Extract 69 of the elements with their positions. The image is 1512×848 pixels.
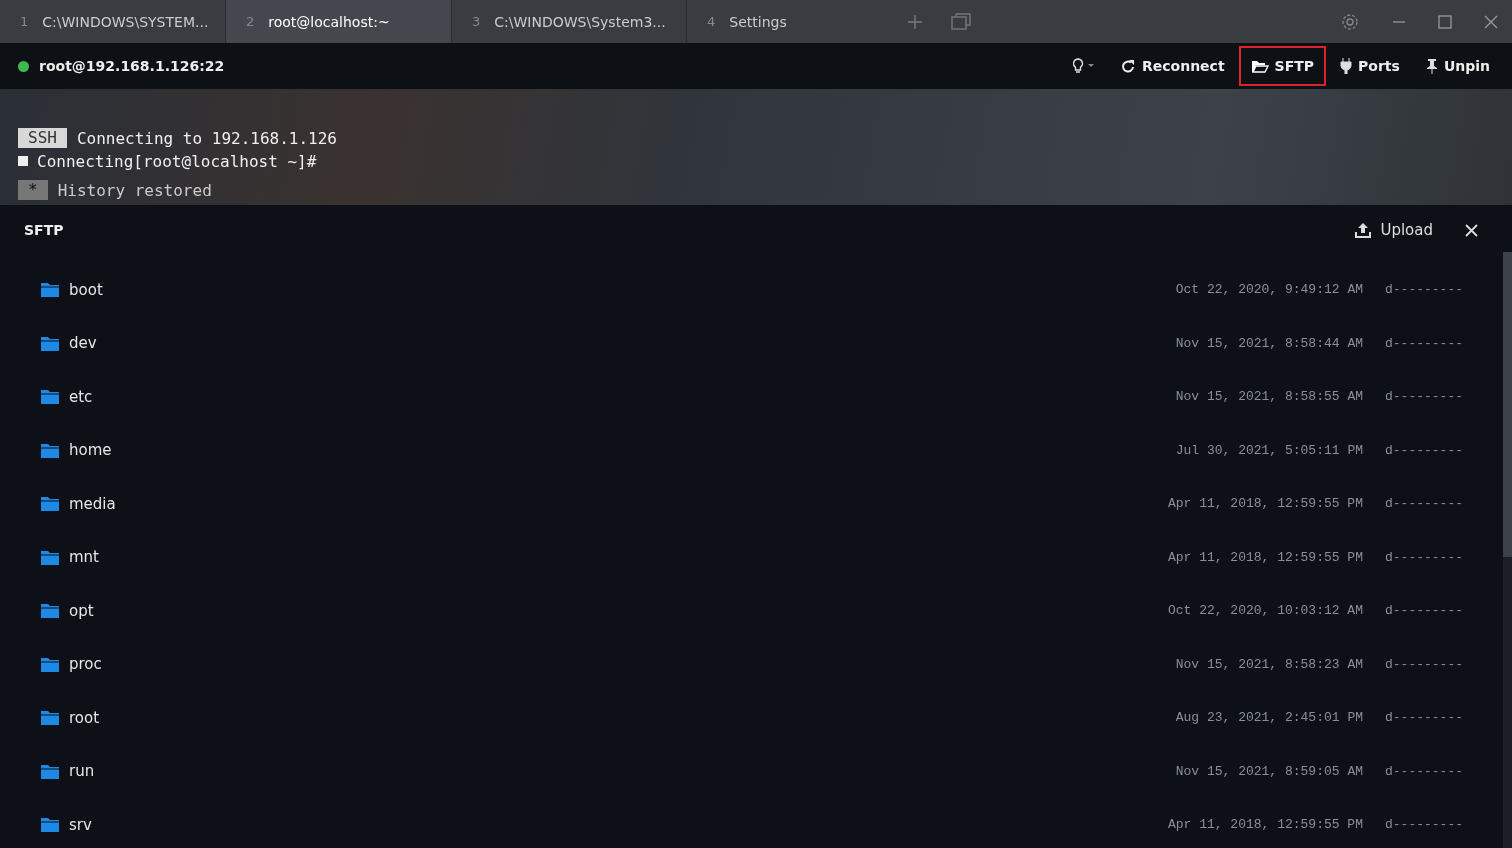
file-name[interactable]: root xyxy=(69,708,100,727)
windows-icon[interactable] xyxy=(950,12,971,31)
file-name[interactable]: boot xyxy=(69,280,103,299)
terminal-badge: SSH xyxy=(18,128,67,148)
modified-date: Apr 11, 2018, 12:59:55 PM xyxy=(1167,549,1363,565)
permissions: d--------- xyxy=(1385,389,1463,405)
file-name[interactable]: proc xyxy=(69,655,102,674)
file-name[interactable]: dev xyxy=(69,334,97,353)
folder-icon xyxy=(41,282,59,298)
terminal-text: Connecting[root@localhost ~]# xyxy=(37,151,317,171)
modified-date: Nov 15, 2021, 8:58:55 AM xyxy=(1175,389,1363,405)
panel-title: SFTP xyxy=(24,222,64,238)
unpin-button[interactable]: Unpin xyxy=(1413,46,1502,86)
permissions: d--------- xyxy=(1385,442,1463,458)
file-name[interactable]: etc xyxy=(69,387,93,406)
modified-date: Oct 22, 2020, 10:03:12 AM xyxy=(1167,603,1363,619)
folder-icon xyxy=(41,656,59,672)
file-name[interactable]: home xyxy=(69,441,112,460)
file-name[interactable]: run xyxy=(69,762,95,781)
pin-icon xyxy=(1425,58,1438,74)
terminal-text: History restored xyxy=(57,180,212,200)
reconnect-button[interactable]: Reconnect xyxy=(1108,46,1237,86)
tab[interactable]: 2 root@localhost:~ xyxy=(226,0,452,43)
file-name[interactable]: srv xyxy=(69,815,92,834)
host-label: root@192.168.1.126:22 xyxy=(39,58,225,74)
folder-icon xyxy=(41,335,59,351)
permissions: d--------- xyxy=(1385,710,1463,726)
file-name[interactable]: opt xyxy=(69,601,94,620)
modified-date: Aug 23, 2021, 2:45:01 PM xyxy=(1175,710,1363,726)
sftp-button[interactable]: SFTP xyxy=(1238,46,1327,86)
permissions: d--------- xyxy=(1385,817,1463,833)
permissions: d--------- xyxy=(1385,282,1463,298)
refresh-icon xyxy=(1120,58,1136,74)
folder-icon xyxy=(41,549,59,565)
folder-icon xyxy=(1250,59,1269,73)
modified-date: Oct 22, 2020, 9:49:12 AM xyxy=(1175,282,1363,298)
file-name[interactable]: mnt xyxy=(69,548,99,567)
terminal-text: Connecting to 192.168.1.126 xyxy=(76,128,337,148)
permissions: d--------- xyxy=(1385,603,1463,619)
plug-icon xyxy=(1340,58,1353,74)
modified-date: Nov 15, 2021, 8:59:05 AM xyxy=(1175,763,1363,779)
upload-button[interactable]: Upload xyxy=(1348,220,1439,240)
lightbulb-icon xyxy=(1072,58,1095,74)
ports-button[interactable]: Ports xyxy=(1328,46,1412,86)
upload-icon xyxy=(1354,221,1373,239)
folder-icon xyxy=(41,389,59,405)
settings-icon[interactable] xyxy=(1340,11,1360,32)
folder-icon xyxy=(41,763,59,779)
tab[interactable]: 4 Settings xyxy=(687,0,807,43)
permissions: d--------- xyxy=(1385,656,1463,672)
modified-date: Apr 11, 2018, 12:59:55 PM xyxy=(1167,496,1363,512)
folder-icon xyxy=(41,496,59,512)
permissions: d--------- xyxy=(1385,763,1463,779)
folder-icon xyxy=(41,442,59,458)
file-name[interactable]: media xyxy=(69,494,116,513)
modified-date: Apr 11, 2018, 12:59:55 PM xyxy=(1167,817,1363,833)
scrollbar-thumb[interactable] xyxy=(1503,252,1512,557)
maximize-icon[interactable] xyxy=(1438,14,1452,29)
permissions: d--------- xyxy=(1385,496,1463,512)
terminal-badge: * xyxy=(18,180,48,200)
plus-icon[interactable] xyxy=(906,13,923,30)
modified-date: Nov 15, 2021, 8:58:23 AM xyxy=(1175,656,1363,672)
folder-icon xyxy=(41,710,59,726)
permissions: d--------- xyxy=(1385,335,1463,351)
modified-date: Jul 30, 2021, 5:05:11 PM xyxy=(1175,442,1363,458)
folder-icon xyxy=(41,603,59,619)
folder-icon xyxy=(41,817,59,833)
permissions: d--------- xyxy=(1385,549,1463,565)
modified-date: Nov 15, 2021, 8:58:44 AM xyxy=(1175,335,1363,351)
